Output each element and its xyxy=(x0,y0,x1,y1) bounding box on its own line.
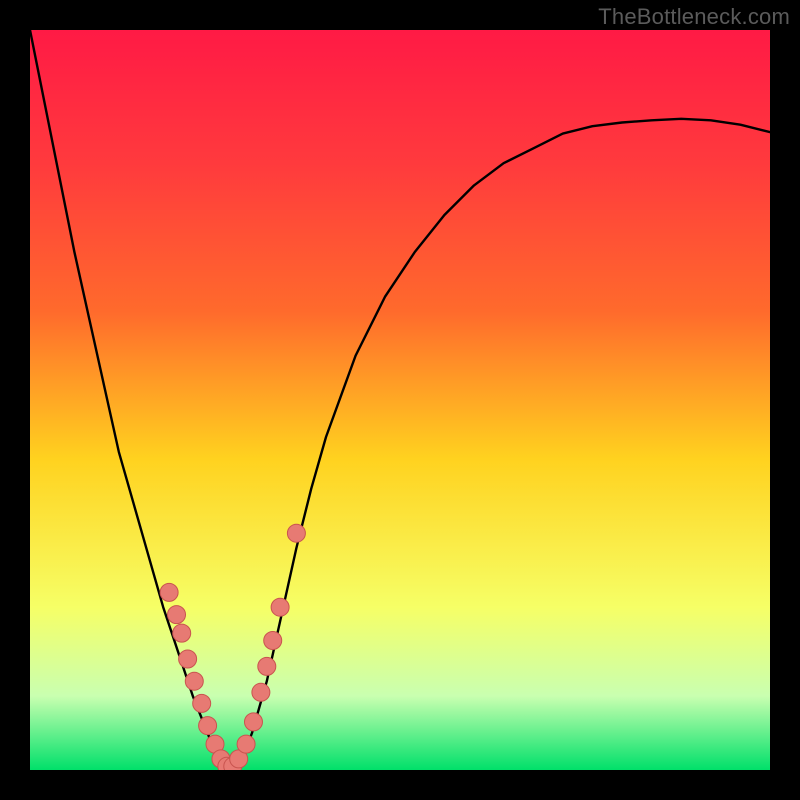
data-marker xyxy=(168,606,186,624)
data-marker xyxy=(173,624,191,642)
chart-frame: TheBottleneck.com xyxy=(0,0,800,800)
data-marker xyxy=(237,735,255,753)
data-marker xyxy=(264,632,282,650)
watermark-text: TheBottleneck.com xyxy=(598,4,790,30)
data-marker xyxy=(193,694,211,712)
data-marker xyxy=(258,657,276,675)
data-marker xyxy=(287,524,305,542)
data-marker xyxy=(244,713,262,731)
data-marker xyxy=(252,683,270,701)
plot-area xyxy=(30,30,770,770)
data-marker xyxy=(199,717,217,735)
data-marker xyxy=(185,672,203,690)
data-marker xyxy=(179,650,197,668)
gradient-background xyxy=(30,30,770,770)
chart-svg xyxy=(30,30,770,770)
data-marker xyxy=(160,583,178,601)
data-marker xyxy=(271,598,289,616)
